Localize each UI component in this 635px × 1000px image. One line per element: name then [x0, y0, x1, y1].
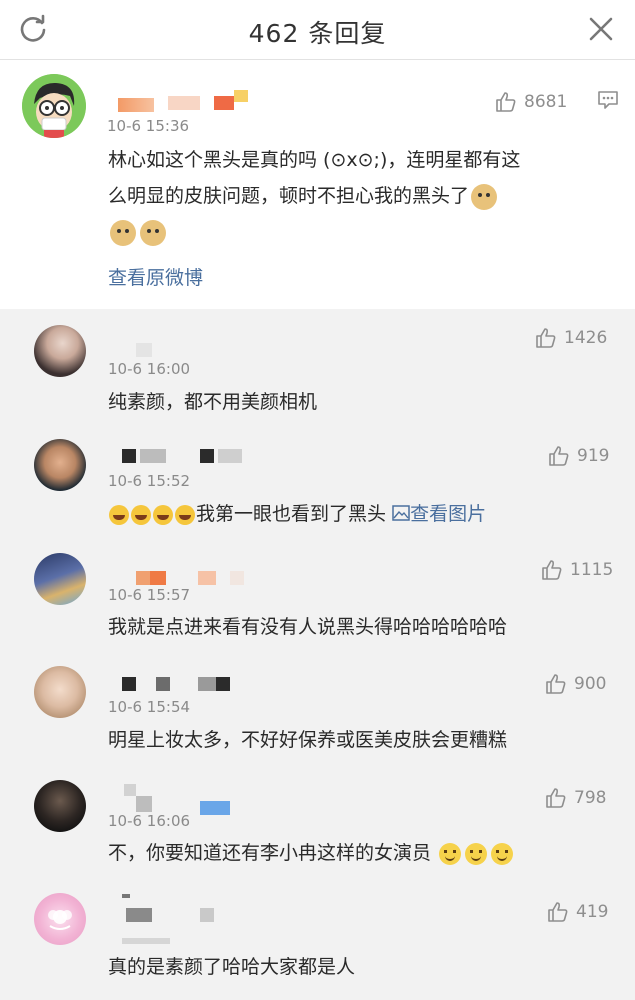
reply-text: 真的是素颜了哈哈大家都是人 — [108, 956, 356, 978]
avatar[interactable] — [34, 893, 86, 945]
thumbs-up-icon — [548, 902, 568, 922]
reply-time: 10-6 15:54 — [108, 698, 191, 716]
like-count: 900 — [574, 674, 607, 694]
header-bar: 462 条回复 — [0, 0, 635, 60]
reply-text: 我就是点进来看有没有人说黑头得哈哈哈哈哈哈 — [108, 616, 508, 638]
thumbs-up-icon — [549, 446, 569, 466]
like-count: 1115 — [570, 560, 614, 580]
avatar[interactable] — [34, 325, 86, 377]
thumbs-up-icon — [542, 560, 562, 580]
reply-text: 明星上妆太多，不好好保养或医美皮肤会更糟糕 — [108, 729, 508, 751]
like-button[interactable]: 900 — [544, 672, 606, 696]
main-comment: 10-6 15:36 8681 林心如这个黑头是真的吗 (⊙x⊙;)，连明星都有… — [0, 60, 635, 309]
like-count: 419 — [576, 902, 609, 922]
comment-time: 10-6 15:36 — [107, 117, 190, 135]
reply-time: 10-6 15:52 — [108, 472, 191, 490]
cartoon-avatar-icon — [22, 74, 86, 138]
like-button[interactable]: 1115 — [540, 558, 613, 582]
like-button[interactable]: 919 — [547, 444, 609, 468]
like-count: 919 — [577, 446, 610, 466]
reply-time: 10-6 16:06 — [108, 812, 191, 830]
like-count: 1426 — [564, 328, 608, 348]
like-count: 798 — [574, 788, 607, 808]
view-original-link[interactable]: 查看原微博 — [108, 263, 203, 290]
reply-time: 10-6 16:00 — [108, 360, 191, 378]
doge-emoji-icon — [110, 219, 136, 246]
smile-emoji-icon — [465, 842, 488, 865]
thumbs-up-icon — [546, 788, 566, 808]
view-image-link[interactable]: 查看图片 — [392, 503, 486, 525]
avatar[interactable] — [34, 553, 86, 605]
like-button[interactable]: 8681 — [494, 90, 567, 114]
reply-text: 纯素颜，都不用美颜相机 — [108, 391, 318, 413]
like-button[interactable]: 1426 — [534, 326, 607, 350]
reply-text: 我第一眼也看到了黑头 查看图片 — [108, 496, 486, 532]
close-icon[interactable] — [587, 15, 615, 43]
smile-emoji-icon — [439, 842, 462, 865]
smile-emoji-icon — [491, 842, 514, 865]
like-button[interactable]: 798 — [544, 786, 606, 810]
thumbs-up-icon — [536, 328, 556, 348]
like-button[interactable]: 419 — [546, 900, 608, 924]
thumbs-up-icon — [546, 674, 566, 694]
flower-logo-icon — [48, 910, 72, 930]
laugh-emoji-icon — [153, 504, 173, 525]
reply-time: 10-6 15:57 — [108, 586, 191, 604]
avatar[interactable] — [22, 74, 86, 138]
avatar[interactable] — [34, 780, 86, 832]
comment-text: 林心如这个黑头是真的吗 (⊙x⊙;)，连明星都有这 么明显的皮肤问题，顿时不担心… — [108, 142, 628, 250]
doge-emoji-icon — [140, 219, 166, 246]
like-count: 8681 — [524, 92, 568, 112]
laugh-emoji-icon — [109, 504, 129, 525]
image-icon — [392, 505, 410, 521]
avatar[interactable] — [34, 666, 86, 718]
laugh-emoji-icon — [131, 504, 151, 525]
doge-emoji-icon — [471, 183, 498, 210]
avatar[interactable] — [34, 439, 86, 491]
page-title: 462 条回复 — [248, 19, 387, 48]
thumbs-up-icon — [496, 92, 516, 112]
laugh-emoji-icon — [175, 504, 195, 525]
reply-icon[interactable] — [597, 89, 619, 111]
reply-text: 不，你要知道还有李小冉这样的女演员 — [108, 835, 515, 871]
